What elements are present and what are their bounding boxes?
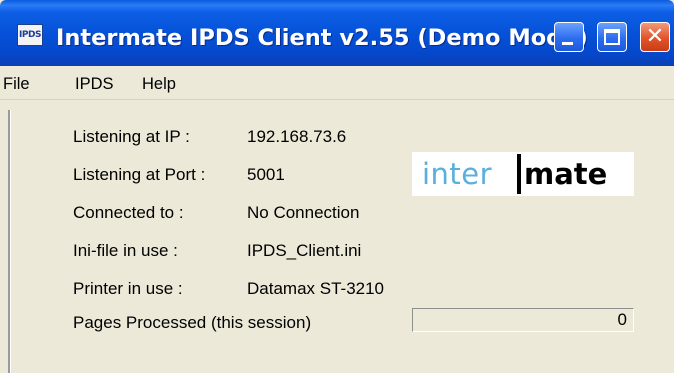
close-icon: ✕ bbox=[645, 24, 665, 49]
pages-processed-counter: 0 bbox=[412, 308, 634, 332]
maximize-button[interactable] bbox=[597, 22, 627, 52]
maximize-icon bbox=[604, 29, 620, 45]
minimize-button[interactable] bbox=[554, 22, 584, 52]
port-value: 5001 bbox=[247, 165, 285, 184]
minimize-icon bbox=[562, 42, 573, 45]
ip-value: 192.168.73.6 bbox=[247, 127, 347, 146]
ip-label: Listening at IP : bbox=[73, 127, 190, 146]
pages-processed-label: Pages Processed (this session) bbox=[73, 313, 312, 332]
printer-value: Datamax ST-3210 bbox=[247, 279, 385, 298]
connected-value: No Connection bbox=[247, 203, 360, 222]
ini-file-value: IPDS_Client.ini bbox=[247, 241, 362, 260]
logo-text-mate: mate bbox=[524, 157, 608, 191]
menu-file[interactable]: File bbox=[3, 74, 30, 94]
printer-label: Printer in use : bbox=[73, 279, 183, 298]
menu-ipds[interactable]: IPDS bbox=[75, 74, 114, 94]
logo-divider bbox=[517, 154, 521, 194]
app-icon[interactable]: IPDS bbox=[17, 24, 43, 46]
pages-processed-value: 0 bbox=[617, 310, 627, 329]
port-label: Listening at Port : bbox=[73, 165, 206, 184]
intermate-logo: inter mate bbox=[412, 152, 634, 196]
panel-border bbox=[8, 110, 11, 373]
window-title: Intermate IPDS Client v2.55 (Demo Mode) bbox=[56, 25, 588, 51]
logo-text-inter: inter bbox=[422, 157, 493, 191]
menu-bar: File IPDS Help bbox=[0, 66, 674, 100]
menu-help[interactable]: Help bbox=[142, 74, 176, 94]
ini-file-label: Ini-file in use : bbox=[73, 241, 178, 260]
title-bar[interactable]: IPDS Intermate IPDS Client v2.55 (Demo M… bbox=[0, 0, 674, 66]
connected-label: Connected to : bbox=[73, 203, 184, 222]
app-window: IPDS Intermate IPDS Client v2.55 (Demo M… bbox=[0, 0, 674, 373]
close-button[interactable]: ✕ bbox=[640, 22, 670, 52]
